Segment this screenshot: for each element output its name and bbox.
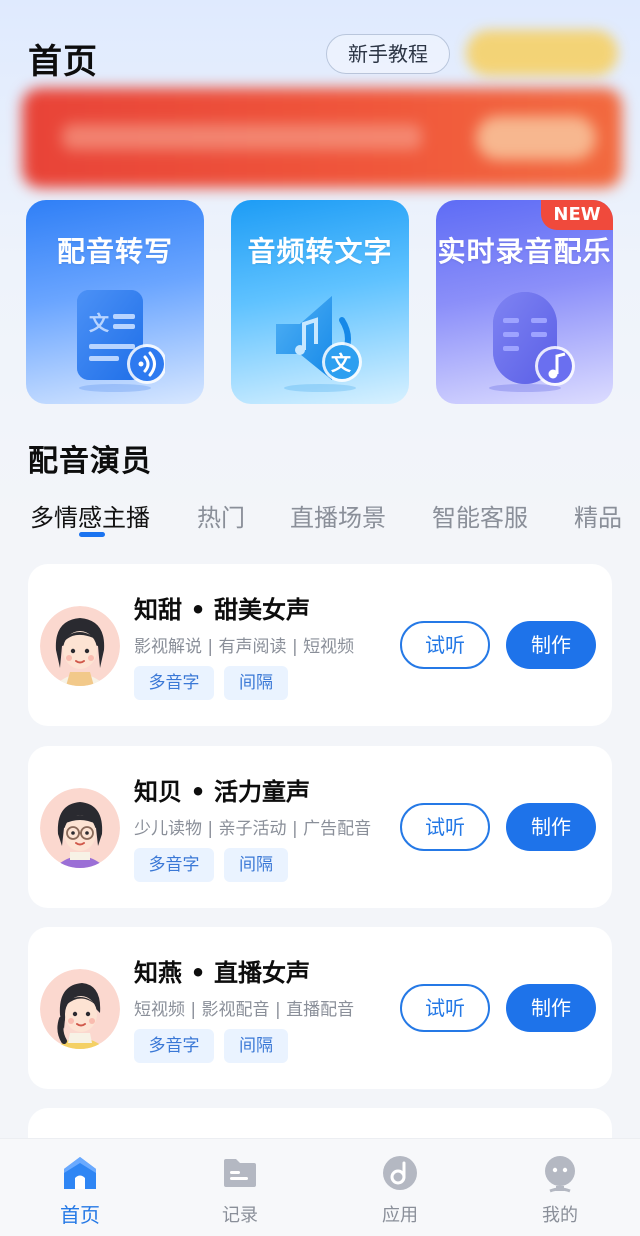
- nav-label: 我的: [542, 1205, 578, 1226]
- make-button[interactable]: 制作: [506, 803, 596, 851]
- document-sound-icon: 文: [77, 290, 165, 392]
- bottom-nav: 首页 记录 应用 我的: [0, 1138, 640, 1236]
- chip-polyphone[interactable]: 多音字: [134, 848, 214, 882]
- feature-card-dubbing-transcribe[interactable]: 配音转写 文: [26, 200, 204, 404]
- tab-live-scene[interactable]: 直播场景: [290, 498, 386, 533]
- home-icon: [64, 1157, 96, 1189]
- nav-records[interactable]: 记录: [190, 1139, 290, 1236]
- chip-interval[interactable]: 间隔: [224, 666, 288, 700]
- speaker-text-icon: 文: [276, 296, 362, 392]
- feature-label: 音频转文字: [247, 235, 393, 268]
- make-button[interactable]: 制作: [506, 984, 596, 1032]
- promo-banner[interactable]: [22, 88, 622, 188]
- page-title: 首页: [28, 42, 98, 82]
- voice-card[interactable]: 知甜 • 甜美女声 影视解说 | 有声阅读 | 短视频 多音字 间隔 试听 制作: [28, 564, 612, 726]
- tutorial-button[interactable]: 新手教程: [326, 34, 450, 74]
- listen-button[interactable]: 试听: [400, 803, 490, 851]
- tab-customer-service[interactable]: 智能客服: [432, 498, 528, 533]
- apps-icon: [383, 1156, 417, 1190]
- voice-name: 知燕 • 直播女声: [134, 959, 311, 987]
- new-badge: NEW: [541, 200, 613, 230]
- avatar: [40, 788, 120, 868]
- tab-hot[interactable]: 热门: [197, 498, 245, 533]
- voice-tags: 影视解说 | 有声阅读 | 短视频: [134, 637, 355, 657]
- voice-tags: 少儿读物 | 亲子活动 | 广告配音: [134, 819, 372, 839]
- avatar: [40, 969, 120, 1049]
- tab-premium[interactable]: 精品: [574, 498, 622, 533]
- section-title: 配音演员: [28, 444, 152, 479]
- banner-button[interactable]: [476, 116, 596, 160]
- tab-multi-emotion[interactable]: 多情感主播: [30, 498, 150, 533]
- header: 首页 新手教程: [0, 0, 640, 84]
- feature-label: 配音转写: [56, 235, 173, 268]
- profile-icon: [545, 1156, 575, 1193]
- feature-label: 实时录音配乐: [437, 235, 612, 268]
- svg-text:文: 文: [89, 311, 110, 335]
- nav-profile[interactable]: 我的: [510, 1139, 610, 1236]
- folder-icon: [224, 1159, 256, 1187]
- voice-name: 知贝 • 活力童声: [134, 778, 311, 806]
- listen-button[interactable]: 试听: [400, 621, 490, 669]
- make-button[interactable]: 制作: [506, 621, 596, 669]
- feature-card-audio-to-text[interactable]: 音频转文字 文: [231, 200, 409, 404]
- nav-label: 记录: [222, 1205, 258, 1226]
- chip-polyphone[interactable]: 多音字: [134, 666, 214, 700]
- active-tab-indicator: [79, 532, 105, 537]
- chip-polyphone[interactable]: 多音字: [134, 1029, 214, 1063]
- banner-text: [62, 124, 422, 150]
- chip-interval[interactable]: 间隔: [224, 1029, 288, 1063]
- voice-tags: 短视频 | 影视配音 | 直播配音: [134, 1000, 355, 1020]
- voice-card[interactable]: 知贝 • 活力童声 少儿读物 | 亲子活动 | 广告配音 多音字 间隔 试听 制…: [28, 746, 612, 908]
- promo-button[interactable]: [466, 30, 618, 76]
- voice-card[interactable]: 知燕 • 直播女声 短视频 | 影视配音 | 直播配音 多音字 间隔 试听 制作: [28, 927, 612, 1089]
- microphone-music-icon: [489, 292, 575, 392]
- voice-name: 知甜 • 甜美女声: [134, 596, 311, 624]
- svg-text:文: 文: [331, 351, 352, 375]
- chip-interval[interactable]: 间隔: [224, 848, 288, 882]
- nav-home[interactable]: 首页: [30, 1139, 130, 1236]
- nav-label: 应用: [382, 1205, 418, 1226]
- nav-apps[interactable]: 应用: [350, 1139, 450, 1236]
- feature-card-live-recording-music[interactable]: NEW 实时录音配乐: [436, 200, 613, 404]
- listen-button[interactable]: 试听: [400, 984, 490, 1032]
- avatar: [40, 606, 120, 686]
- nav-label: 首页: [60, 1203, 100, 1227]
